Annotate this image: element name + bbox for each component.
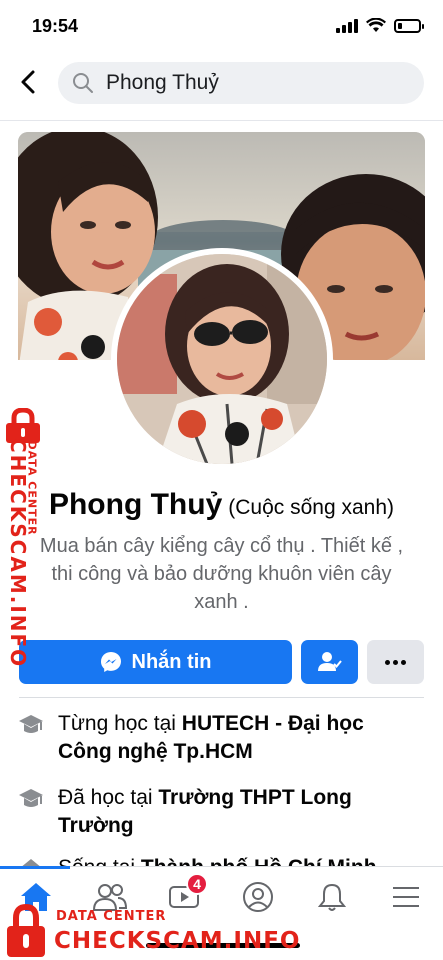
back-arrow-icon	[21, 70, 35, 94]
section-divider	[19, 697, 424, 698]
messenger-icon	[100, 652, 121, 672]
watermark-bottom: DATA CENTER CHECKSCAM.INFO	[0, 900, 300, 960]
bell-icon	[318, 883, 346, 911]
lock-icon	[7, 904, 45, 957]
avatar-photo	[117, 254, 327, 464]
profile-name: Phong Thuỷ	[48, 488, 223, 521]
more-icon	[385, 659, 390, 665]
watermark-side-title: CHECKSCAM.INFO	[6, 438, 30, 669]
menu-icon	[393, 887, 419, 907]
info-prefix: Từng học tại	[58, 712, 182, 735]
profile-bio: Mua bán cây kiểng cây cổ thụ . Thiết kế …	[39, 535, 404, 613]
battery-icon	[394, 18, 424, 33]
watermark-side: DATA CENTER CHECKSCAM.INFO	[2, 408, 50, 668]
education-icon	[19, 789, 43, 807]
info-prefix: Đã học tại	[58, 786, 159, 809]
profile-alternate-name: (Cuộc sống xanh)	[228, 496, 395, 519]
info-education-highschool[interactable]: Đã học tại Trường THPT Long Trường	[18, 784, 418, 840]
search-input[interactable]: Phong Thuỷ	[58, 62, 424, 104]
nav-active-indicator	[0, 866, 70, 869]
status-bar: 19:54	[0, 0, 443, 52]
message-button-label: Nhắn tin	[131, 650, 212, 673]
info-education-university[interactable]: Từng học tại HUTECH - Đại học Công nghệ …	[18, 710, 418, 766]
profile-name-line: Phong Thuỷ (Cuộc sống xanh)	[0, 488, 443, 522]
search-header: Phong Thuỷ	[0, 52, 443, 114]
education-icon	[19, 715, 43, 733]
wifi-icon	[366, 18, 386, 32]
signal-icon	[336, 18, 358, 33]
back-button[interactable]	[14, 64, 44, 100]
nav-menu[interactable]	[384, 879, 428, 915]
header-divider	[0, 120, 443, 121]
watch-badge: 4	[186, 873, 208, 895]
status-icons	[336, 18, 424, 33]
more-button[interactable]	[367, 640, 424, 684]
watermark-bottom-title: CHECKSCAM.INFO	[54, 928, 301, 954]
watermark-bottom-subtitle: DATA CENTER	[56, 909, 167, 924]
message-button[interactable]: Nhắn tin	[19, 640, 292, 684]
friend-button[interactable]	[301, 640, 358, 684]
status-time: 19:54	[32, 16, 79, 36]
profile-avatar[interactable]	[111, 248, 333, 470]
search-icon	[73, 73, 93, 93]
nav-notifications[interactable]	[310, 879, 354, 915]
add-friend-icon	[317, 652, 342, 671]
search-query: Phong Thuỷ	[106, 71, 219, 94]
